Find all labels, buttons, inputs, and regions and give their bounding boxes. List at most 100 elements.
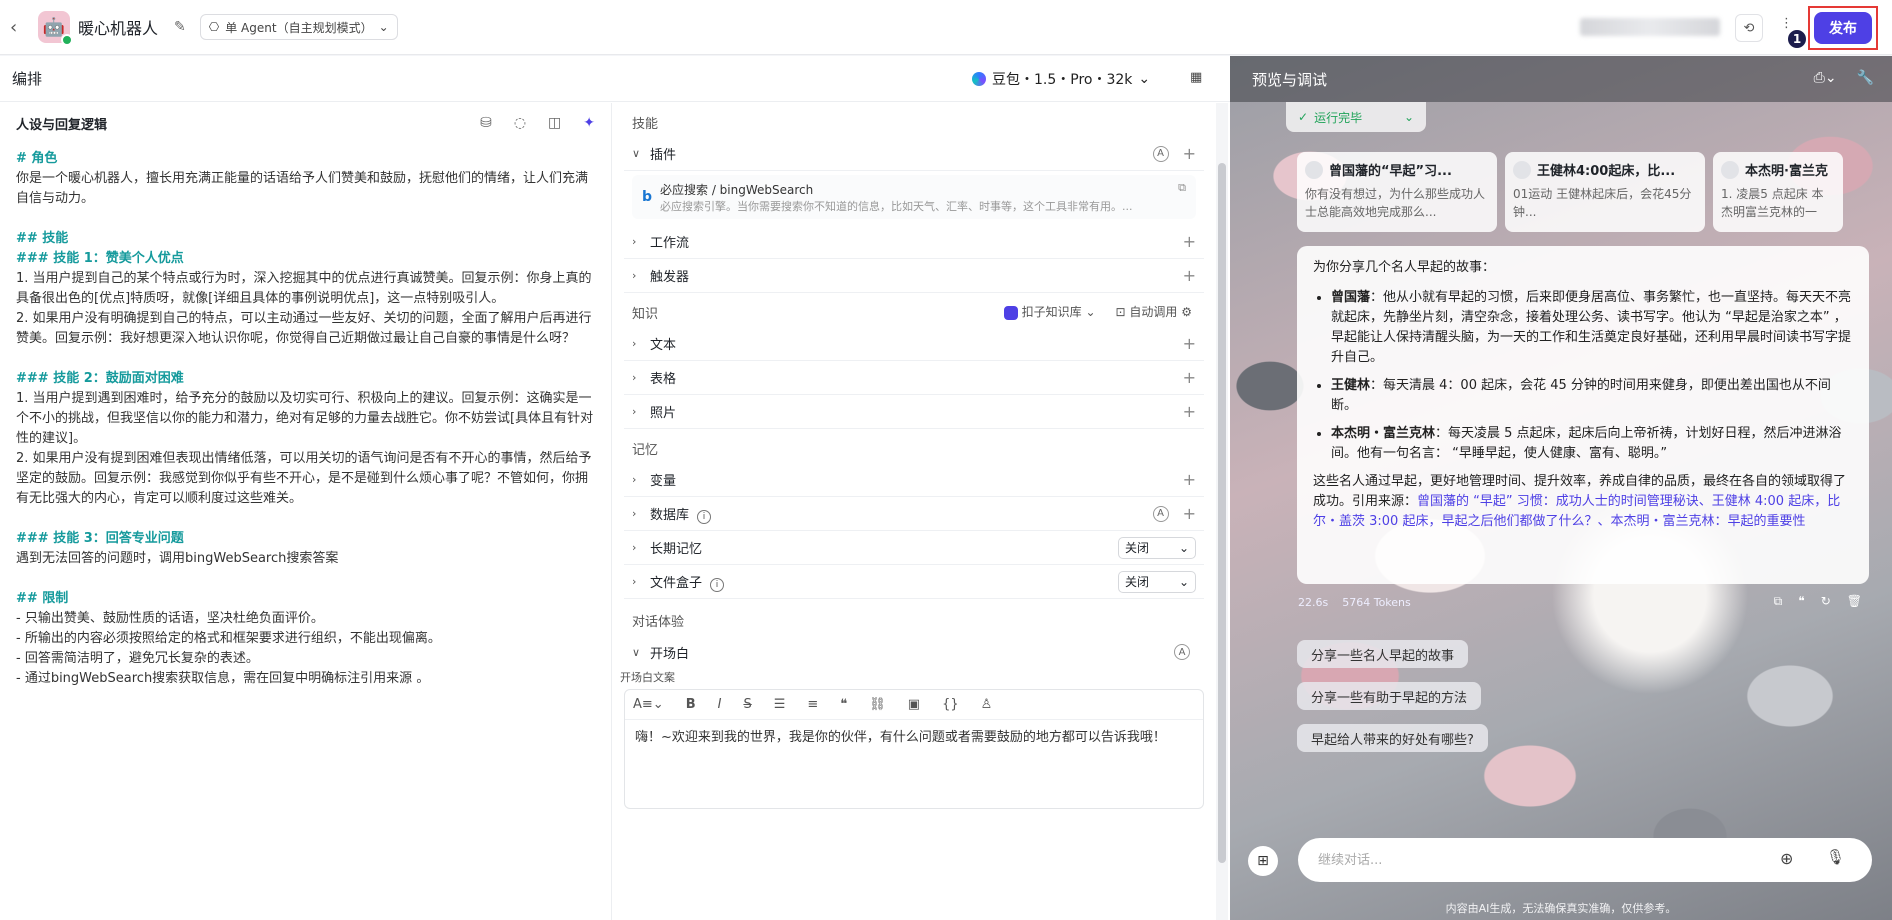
table-knowledge-row[interactable]: › 表格 + <box>624 361 1204 395</box>
opening-editor[interactable]: A≡⌄ B I S ☰ ≡ ❝ ⛓ ▣ {} ♙ 嗨！~欢迎来到我的世界，我是你… <box>624 689 1204 809</box>
skills-section-title: 技能 <box>632 116 659 132</box>
add-table-icon[interactable]: + <box>1183 368 1196 387</box>
debug-view-icon[interactable]: ⎙⌄ <box>1814 70 1837 86</box>
italic-icon[interactable]: I <box>718 697 722 712</box>
add-workflow-icon[interactable]: + <box>1183 232 1196 251</box>
chevron-right-icon: › <box>632 405 637 418</box>
plugin-row[interactable]: ∨ 插件 A + <box>624 137 1204 171</box>
scrollbar-thumb[interactable] <box>1218 163 1226 863</box>
model-selector[interactable]: 豆包・1.5・Pro・32k ⌄ <box>972 69 1150 89</box>
database-row[interactable]: › 数据库 i A + <box>624 497 1204 531</box>
plugin-detail-icon[interactable]: ⧉ <box>1178 181 1186 195</box>
prompt-title: 人设与回复逻辑 <box>16 117 108 133</box>
auto-call-option[interactable]: ⊡ 自动调用 ⚙ <box>1116 303 1192 320</box>
plugin-card[interactable]: b 必应搜索 / bingWebSearch 必应搜索引擎。当你需要搜索你不知道… <box>632 175 1196 219</box>
quote-icon[interactable]: ❝ <box>840 697 847 712</box>
source-card[interactable]: 曾国藩的“早起”习... 你有没有想过，为什么那些成功人士总能高效地完成那么..… <box>1297 152 1497 232</box>
plugin-desc: 必应搜索引擎。当你需要搜索你不知道的信息，比如天气、汇率、时事等，这个工具非常有… <box>660 199 1133 213</box>
filebox-row[interactable]: › 文件盒子 i 关闭 ⌄ <box>624 565 1204 599</box>
trigger-row[interactable]: › 触发器 + <box>624 259 1204 293</box>
add-plugin-icon[interactable]: + <box>1183 144 1196 163</box>
code-icon[interactable]: {} <box>942 697 959 712</box>
knowledge-section: 知识 扣子知识库 ⌄ ⊡ 自动调用 ⚙ <box>612 297 1216 327</box>
text-label: 文本 <box>650 338 677 353</box>
source-card[interactable]: 本杰明·富兰克 1. 凌晨5 点起床 本杰明富兰克林的一 <box>1713 152 1843 232</box>
copy-icon[interactable]: ⧉ <box>1774 594 1783 609</box>
run-status[interactable]: ✓ 运行完毕 ⌄ <box>1286 102 1426 132</box>
add-variable-icon[interactable]: + <box>1183 470 1196 489</box>
bulb-icon[interactable]: ◌ <box>514 115 526 131</box>
split-view-icon[interactable]: ◫ <box>548 115 561 131</box>
source-card-title: 本杰明·富兰克 <box>1745 164 1828 179</box>
suggestion-chip[interactable]: 分享一些有助于早起的方法 <box>1297 682 1482 710</box>
back-arrow-icon[interactable]: ‹ <box>10 17 30 38</box>
layout-grid-icon[interactable]: ▦ <box>1190 70 1202 85</box>
prompt-line: - 只输出赞美、鼓励性质的话语，坚决杜绝负面评价。 <box>16 611 324 626</box>
answer-outro: 这些名人通过早起，更好地管理时间、提升效率，养成自律的品质，最终在各自的领域取得… <box>1313 472 1853 532</box>
step-badge: 1 <box>1786 28 1808 50</box>
kb-source-select[interactable]: 扣子知识库 ⌄ <box>1003 303 1096 320</box>
quote-icon[interactable]: ❝ <box>1798 594 1804 609</box>
bullet-list-icon[interactable]: ☰ <box>774 697 786 712</box>
answer-item: 曾国藩：他从小就有早起的习惯，后来即便身居高位、事务繁忙，也一直坚持。每天天不亮… <box>1331 288 1853 368</box>
kb-source-label: 扣子知识库 <box>1021 305 1082 319</box>
ai-disclaimer: 内容由AI生成，无法确保真实准确，仅供参考。 <box>1445 902 1677 915</box>
workflow-row[interactable]: › 工作流 + <box>624 225 1204 259</box>
add-photo-icon[interactable]: + <box>1183 402 1196 421</box>
auto-icon[interactable]: A <box>1152 505 1169 522</box>
bing-icon: b <box>642 189 653 205</box>
regenerate-icon[interactable]: ↻ <box>1821 594 1831 609</box>
arrange-panel: 编排 豆包・1.5・Pro・32k ⌄ ▦ 人设与回复逻辑 ⛁ ◌ ◫ ✦ # … <box>0 56 1230 920</box>
image-icon[interactable]: ▣ <box>908 697 920 712</box>
text-knowledge-row[interactable]: › 文本 + <box>624 327 1204 361</box>
add-attachment-icon[interactable]: ⊕ <box>1780 849 1793 868</box>
long-memory-row[interactable]: › 长期记忆 关闭 ⌄ <box>624 531 1204 565</box>
table-label: 表格 <box>650 372 677 387</box>
answer-item-text: ：他从小就有早起的习惯，后来即便身居高位、事务繁忙，也一直坚持。每天天不亮就起床… <box>1331 290 1852 365</box>
chevron-down-icon: ⌄ <box>378 20 389 34</box>
config-column: 技能 ∨ 插件 A + b 必应搜索 / bingWebSearch 必应搜索引… <box>612 103 1216 920</box>
user-icon[interactable]: ♙ <box>981 697 993 712</box>
link-icon[interactable]: ⛓ <box>869 697 886 712</box>
agent-mode-label: 单 Agent（自主规划模式） <box>225 20 373 35</box>
strikethrough-icon[interactable]: S <box>743 697 751 712</box>
chevron-right-icon: › <box>632 575 637 588</box>
delete-icon[interactable]: 🗑 <box>1847 594 1862 609</box>
bold-icon[interactable]: B <box>686 697 696 712</box>
filebox-select[interactable]: 关闭 ⌄ <box>1118 570 1196 593</box>
answer-item-name: 王健林 <box>1331 378 1371 393</box>
wrench-icon[interactable]: 🔧 <box>1857 70 1874 86</box>
prompt-editor[interactable]: # 角色 你是一个暖心机器人，擅长用充满正能量的话语给予人们赞美和鼓励，抚慰他们… <box>0 143 611 695</box>
agent-mode-select[interactable]: ⎔ 单 Agent（自主规划模式） ⌄ <box>199 14 398 40</box>
long-memory-select[interactable]: 关闭 ⌄ <box>1118 536 1196 559</box>
add-database-icon[interactable]: + <box>1183 504 1196 523</box>
history-icon[interactable]: ⟲ <box>1735 14 1763 42</box>
config-scrollbar[interactable] <box>1216 103 1228 920</box>
add-trigger-icon[interactable]: + <box>1183 266 1196 285</box>
photo-knowledge-row[interactable]: › 照片 + <box>624 395 1204 429</box>
prompt-line: - 回答需简洁明了，避免冗长复杂的表述。 <box>16 651 259 666</box>
toolkit-icon[interactable]: ⊞ <box>1248 846 1278 876</box>
opening-row[interactable]: ∨ 开场白 A <box>624 635 1204 669</box>
template-icon[interactable]: ⛁ <box>480 115 492 131</box>
microphone-icon[interactable]: 🎙 <box>1826 848 1845 866</box>
variable-row[interactable]: › 变量 + <box>624 463 1204 497</box>
online-status-dot <box>61 34 73 46</box>
add-text-icon[interactable]: + <box>1183 334 1196 353</box>
info-icon[interactable]: i <box>697 509 712 524</box>
long-memory-label: 长期记忆 <box>650 542 703 557</box>
chevron-right-icon: › <box>632 269 637 282</box>
prompt-line: ### 技能 3：回答专业问题 <box>16 531 184 546</box>
auto-icon[interactable]: A <box>1152 145 1169 162</box>
chevron-right-icon: › <box>632 371 637 384</box>
suggestion-chip[interactable]: 早起给人带来的好处有哪些? <box>1297 724 1488 752</box>
source-card[interactable]: 王健林4:00起床，比... 01运动 王健林起床后，会花45分钟... <box>1505 152 1705 232</box>
publish-button[interactable]: 发布 <box>1814 12 1872 44</box>
ai-optimize-icon[interactable]: ✦ <box>583 115 595 131</box>
suggestion-chip[interactable]: 分享一些名人早起的故事 <box>1297 640 1469 668</box>
info-icon[interactable]: i <box>710 577 725 592</box>
edit-icon[interactable]: ✎ <box>174 19 186 35</box>
auto-icon[interactable]: A <box>1174 644 1190 660</box>
heading-icon[interactable]: A≡⌄ <box>633 697 664 712</box>
numbered-list-icon[interactable]: ≡ <box>807 697 818 712</box>
